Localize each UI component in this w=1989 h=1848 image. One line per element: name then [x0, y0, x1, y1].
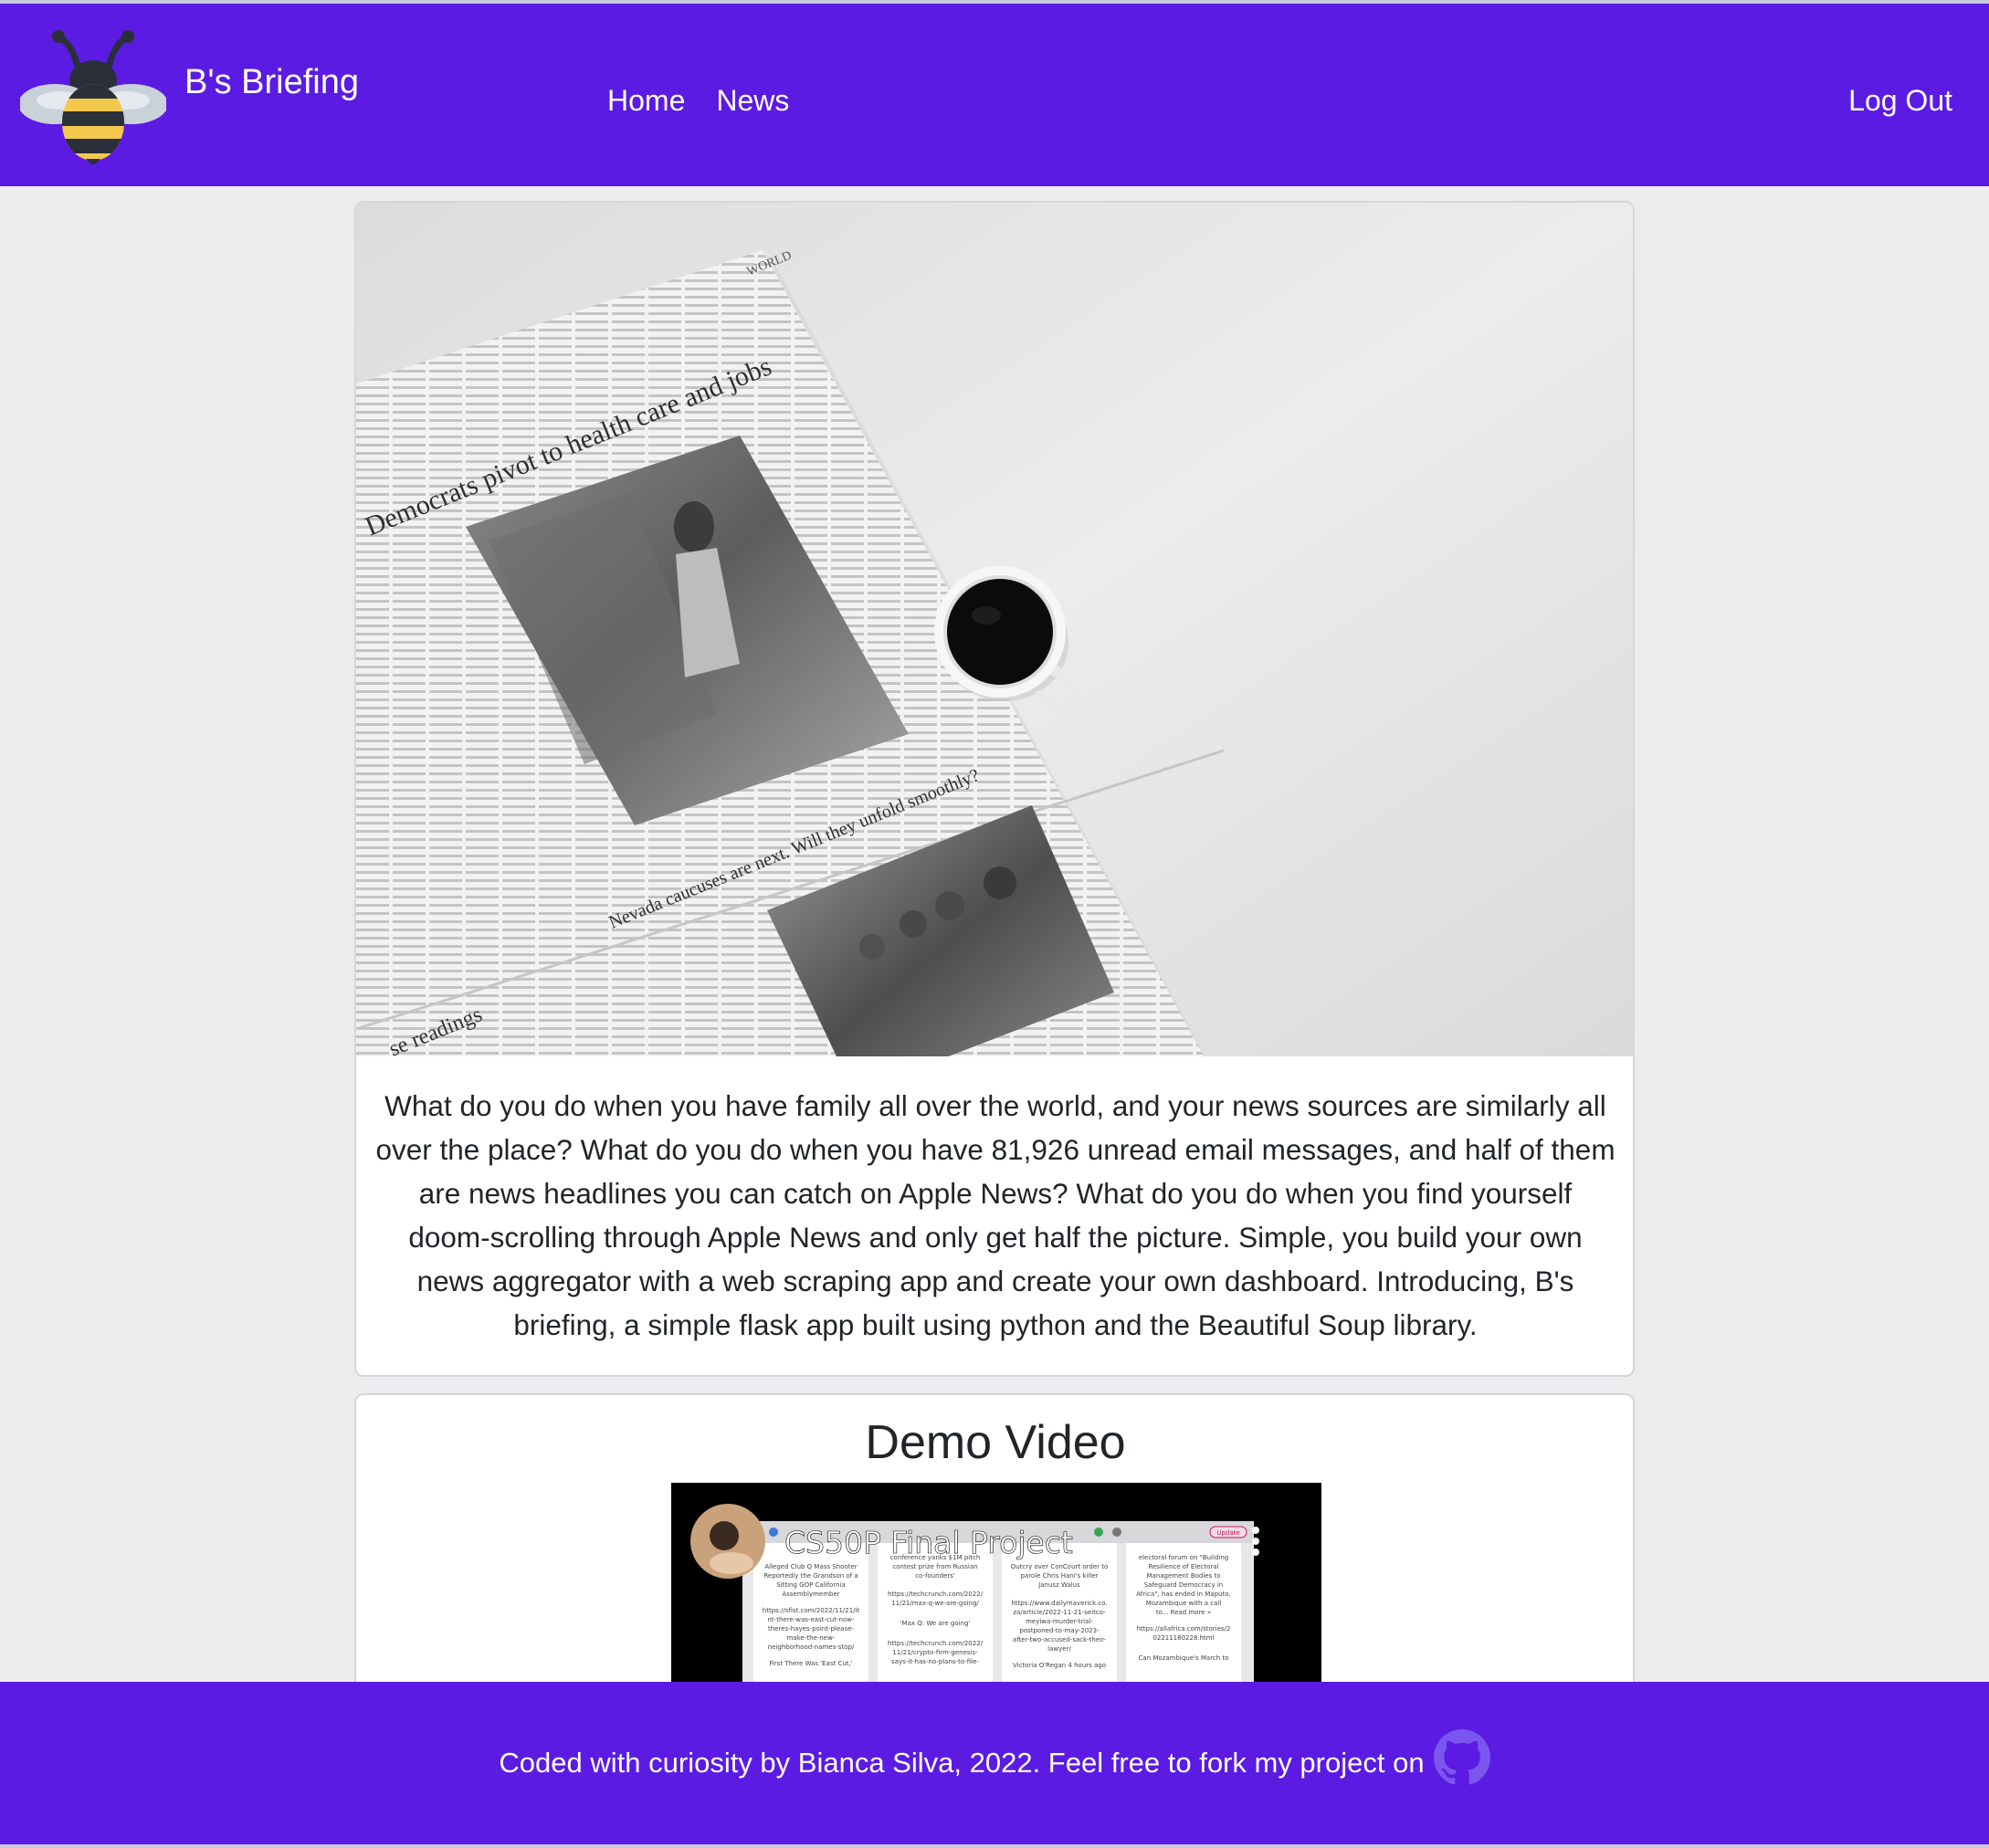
video-col-4-line-1: electoral forum on "Building — [1139, 1554, 1228, 1561]
video-col-4-line-7: to... Read more » — [1156, 1609, 1211, 1616]
video-title: CS50P Final Project — [784, 1525, 1073, 1560]
video-col-4-line-8: https://allafrica.com/stories/2 — [1137, 1625, 1231, 1633]
video-col-3-line-4: https://www.dailymaverick.co. — [1011, 1600, 1107, 1607]
github-icon — [1433, 1729, 1490, 1785]
footer: Coded with curiosity by Bianca Silva, 20… — [0, 1682, 1989, 1844]
video-col-2-line-7: https://techcrunch.com/2022/ — [888, 1640, 984, 1647]
window-bottom-edge — [0, 1844, 1989, 1848]
main-nav: Home News — [607, 84, 789, 118]
nav-news-link[interactable]: News — [716, 84, 789, 118]
video-col-3-line-5: za/article/2022-11-21-seitco- — [1013, 1609, 1106, 1616]
video-col-2-line-4: https://techcrunch.com/2022/ — [888, 1591, 984, 1598]
video-col-1-line-10: First There Was 'East Cut,' — [769, 1660, 852, 1667]
video-col-3-line-10: Victoria O'Regan 4 hours ago — [1013, 1662, 1106, 1669]
video-col-2-line-2: contest prize from Russian — [892, 1563, 977, 1570]
video-update-chip: Update — [1216, 1529, 1239, 1537]
hero-newspaper-image: Democrats pivot to health care and jobs … — [356, 203, 1633, 1056]
video-col-1-line-8: make-the-new- — [787, 1634, 836, 1642]
bee-logo-icon — [20, 30, 166, 164]
nav-home-link[interactable]: Home — [607, 84, 685, 118]
brand-name: B's Briefing — [184, 62, 360, 101]
logout-link[interactable]: Log Out — [1848, 84, 1952, 118]
video-col-4-line-3: Management Bodies to — [1146, 1572, 1220, 1580]
video-col-2-line-6: 'Max Q: We are going' — [900, 1620, 971, 1627]
video-col-1-line-1: Alleged Club Q Mass Shooter — [764, 1563, 857, 1570]
video-col-2-line-3: co-founders' — [915, 1572, 955, 1580]
more-vert-icon — [1252, 1527, 1259, 1556]
video-col-3-line-6: meyiwa-murder-trial- — [1026, 1618, 1093, 1625]
video-col-2-line-8: 11/21/crypto-firm-genesis- — [892, 1649, 978, 1656]
video-col-3-line-9: lawyer/ — [1047, 1645, 1071, 1653]
video-col-3-line-1: Outcry over ConCourt order to — [1011, 1563, 1109, 1570]
video-col-2-line-9: says-it-has-no-plans-to-file- — [891, 1658, 979, 1665]
video-col-3-line-8: after-two-accused-sack-their- — [1013, 1636, 1107, 1643]
video-col-1-line-5: https://sfist.com/2022/11/21/it — [763, 1607, 860, 1614]
video-col-1-line-4: Assemblymember — [782, 1591, 839, 1598]
video-col-3-line-2: parole Chris Hani's killer — [1020, 1572, 1098, 1580]
video-col-4-line-6: Mozambique with a call — [1146, 1600, 1222, 1607]
video-col-2-line-5: 11/21/max-q-we-are-going/ — [891, 1600, 979, 1607]
video-col-1-line-9: neighborhood-names-stop/ — [768, 1643, 855, 1651]
video-col-1-line-7: theres-hayes-point-please- — [768, 1625, 854, 1633]
video-col-3-line-7: postponed-to-may-2023- — [1019, 1627, 1100, 1634]
footer-text: Coded with curiosity by Bianca Silva, 20… — [499, 1747, 1425, 1779]
video-col-4-line-4: Safeguard Democracy in — [1144, 1581, 1224, 1589]
video-col-1-line-2: Reportedly the Grandson of a — [763, 1572, 858, 1580]
demo-video-heading: Demo Video — [865, 1416, 1126, 1469]
video-col-3-line-3: Janusz Walus — [1037, 1581, 1080, 1589]
video-col-4-line-2: Resilience of Electoral — [1148, 1563, 1218, 1570]
intro-paragraph: What do you do when you have family all … — [375, 1089, 1615, 1341]
github-link[interactable] — [1433, 1729, 1490, 1786]
intro-card: Democrats pivot to health care and jobs … — [354, 201, 1635, 1377]
video-col-1-line-6: nt-there-was-east-cut-now- — [768, 1616, 855, 1623]
video-col-1-line-3: Sitting GOP California — [776, 1581, 846, 1589]
navbar: B's Briefing Home News Log Out — [0, 4, 1989, 186]
brand-link[interactable]: B's Briefing — [20, 27, 359, 164]
video-col-4-line-10: Can Mozambique's March to — [1139, 1654, 1229, 1662]
video-col-4-line-9: 02211180228.html — [1152, 1634, 1214, 1642]
video-col-4-line-5: Africa", has ended in Maputo, — [1136, 1591, 1230, 1598]
